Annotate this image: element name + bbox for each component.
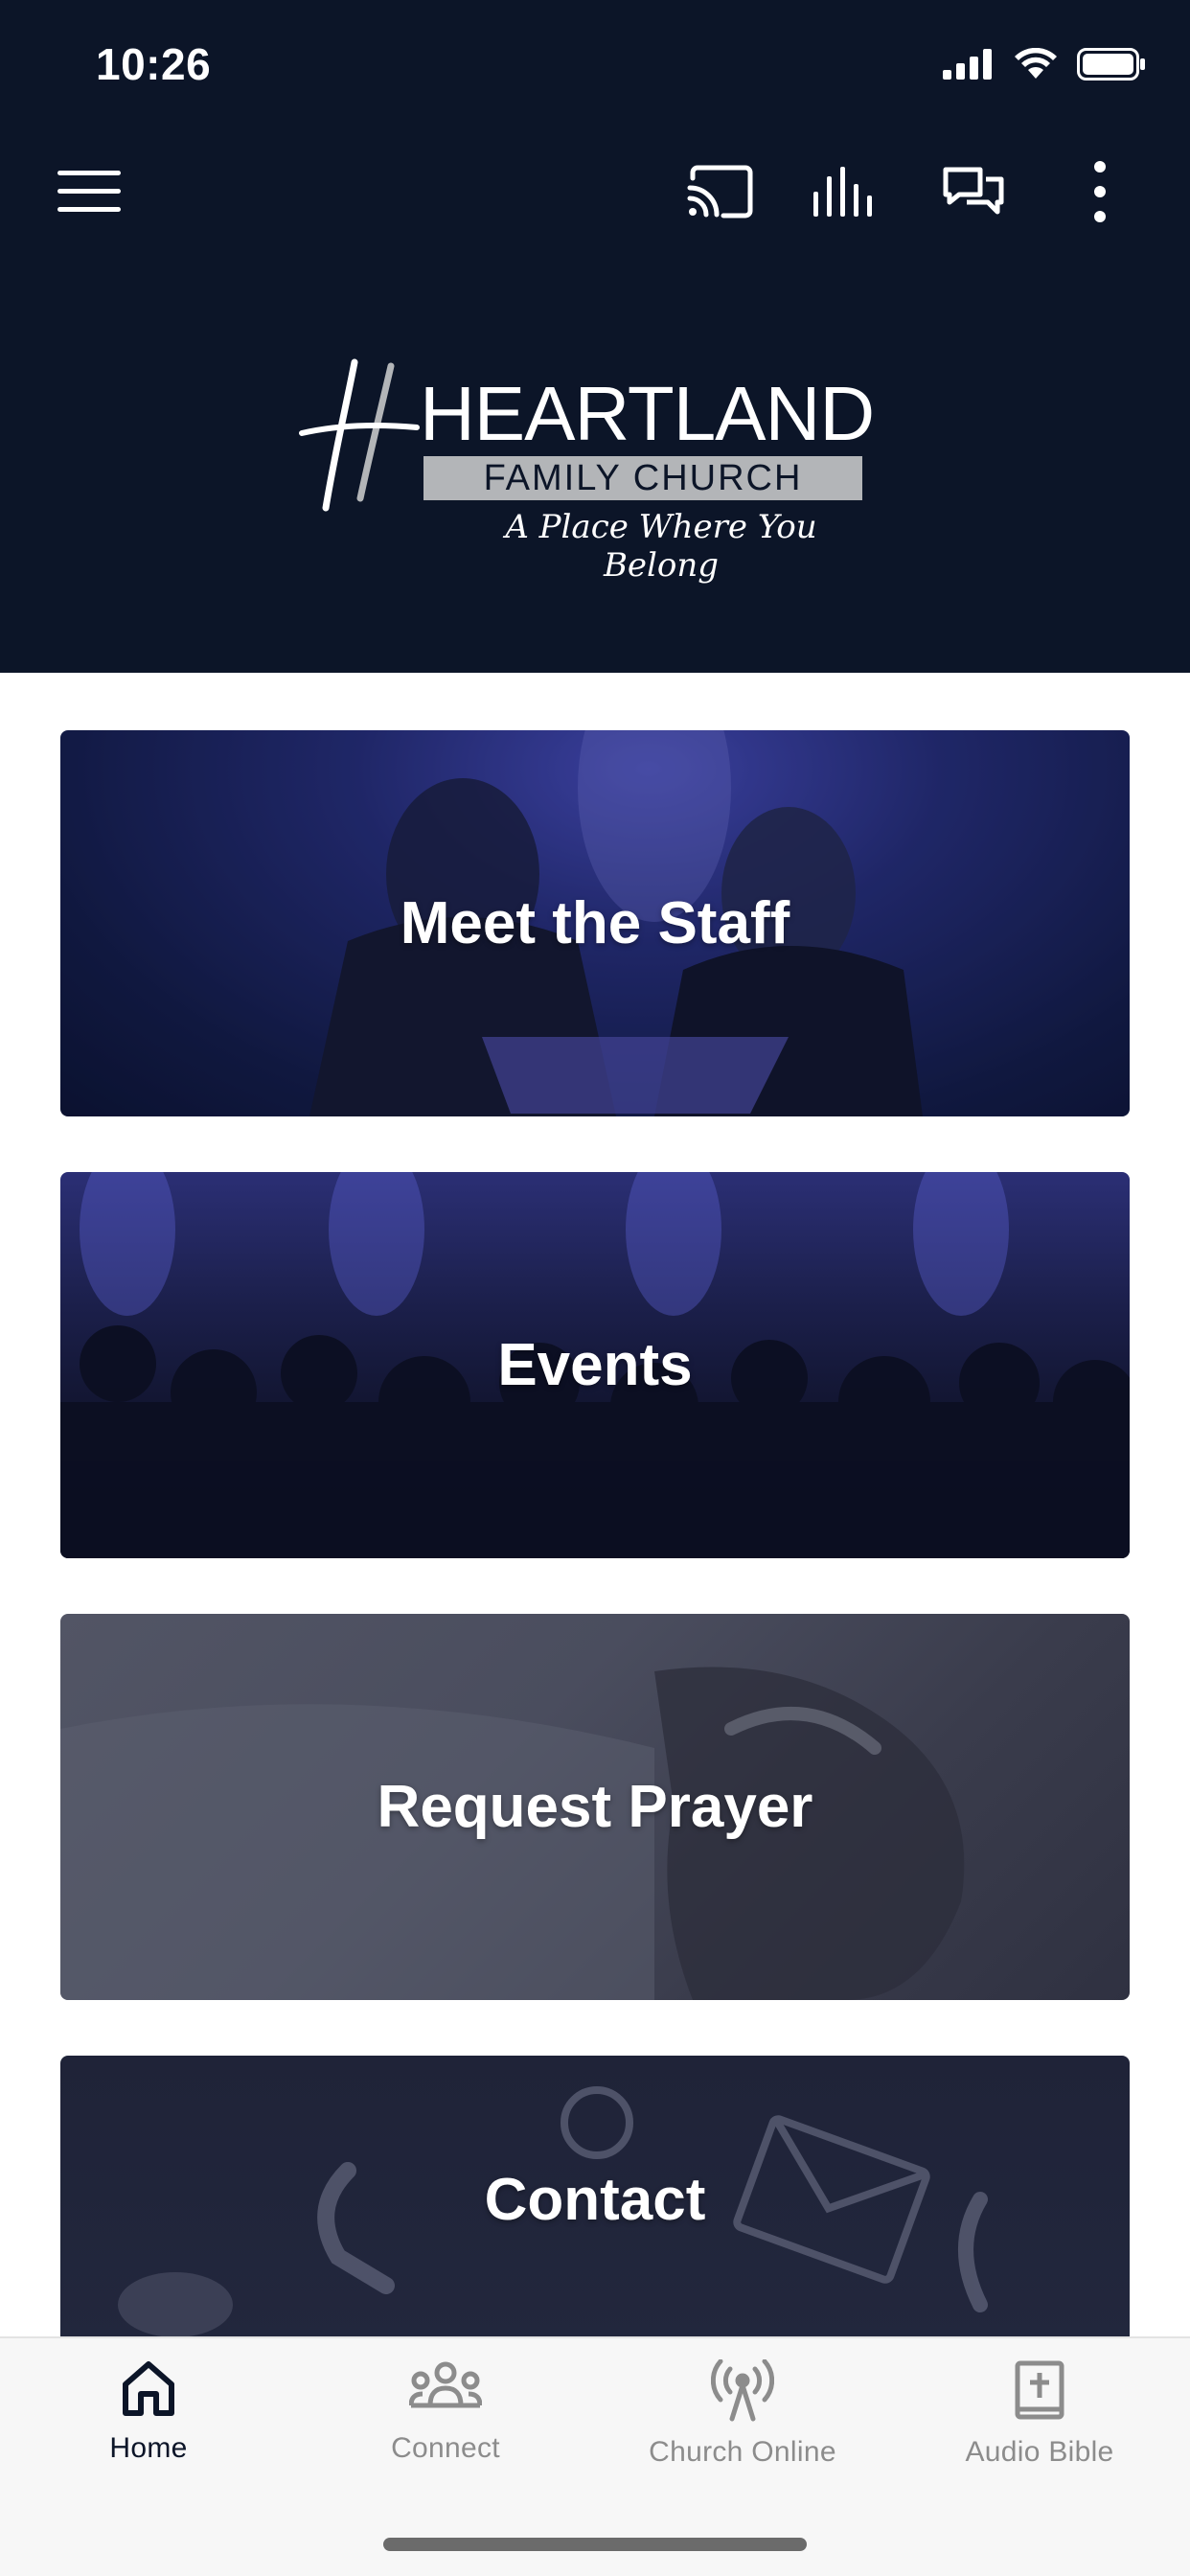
logo-heartland-text: HEARTLAND bbox=[420, 371, 875, 456]
card-contact[interactable]: Contact bbox=[60, 2056, 1130, 2343]
card-meet-the-staff[interactable]: Meet the Staff bbox=[60, 730, 1130, 1116]
hamburger-menu-icon[interactable] bbox=[42, 144, 138, 240]
card-title: Meet the Staff bbox=[400, 890, 790, 956]
church-logo: HEARTLAND FAMILY CHURCH A Place Where Yo… bbox=[297, 355, 891, 585]
app-screen: 10:26 HEARTLAND FAMILY CHURCH A Place Wh… bbox=[0, 0, 1190, 2576]
nav-label: Audio Bible bbox=[965, 2436, 1114, 2468]
nav-label: Connect bbox=[391, 2432, 500, 2464]
signal-icon bbox=[943, 49, 992, 80]
more-vertical-icon[interactable] bbox=[1052, 144, 1148, 240]
home-indicator bbox=[383, 2538, 807, 2551]
nav-item-church-online[interactable]: Church Online bbox=[594, 2338, 891, 2482]
logo-subtitle-text: FAMILY CHURCH bbox=[483, 458, 803, 498]
card-title: Events bbox=[497, 1332, 693, 1398]
status-icons bbox=[943, 48, 1146, 80]
card-events[interactable]: Events bbox=[60, 1172, 1130, 1558]
cast-icon[interactable] bbox=[673, 144, 768, 240]
toolbar bbox=[0, 144, 1190, 240]
status-bar: 10:26 bbox=[0, 0, 1190, 134]
home-icon bbox=[123, 2361, 174, 2416]
header: 10:26 HEARTLAND FAMILY CHURCH A Place Wh… bbox=[0, 0, 1190, 673]
nav-label: Home bbox=[109, 2432, 188, 2464]
audio-bars-icon[interactable] bbox=[797, 144, 893, 240]
bible-icon bbox=[1015, 2360, 1064, 2420]
card-title: Contact bbox=[484, 2166, 706, 2233]
card-title: Request Prayer bbox=[377, 1774, 813, 1840]
nav-item-audio-bible[interactable]: Audio Bible bbox=[891, 2338, 1188, 2482]
chat-bubbles-icon[interactable] bbox=[926, 144, 1021, 240]
logo-tagline: A Place Where You Belong bbox=[505, 508, 817, 585]
nav-label: Church Online bbox=[649, 2436, 836, 2468]
card-request-prayer[interactable]: Request Prayer bbox=[60, 1614, 1130, 2000]
status-time: 10:26 bbox=[96, 39, 212, 89]
logo-mark-icon bbox=[299, 358, 420, 512]
group-icon bbox=[409, 2361, 482, 2408]
nav-item-home[interactable]: Home bbox=[0, 2338, 297, 2482]
wifi-icon bbox=[1015, 48, 1057, 79]
battery-icon bbox=[1077, 48, 1145, 80]
nav-item-connect[interactable]: Connect bbox=[297, 2338, 594, 2482]
broadcast-icon bbox=[711, 2359, 774, 2422]
